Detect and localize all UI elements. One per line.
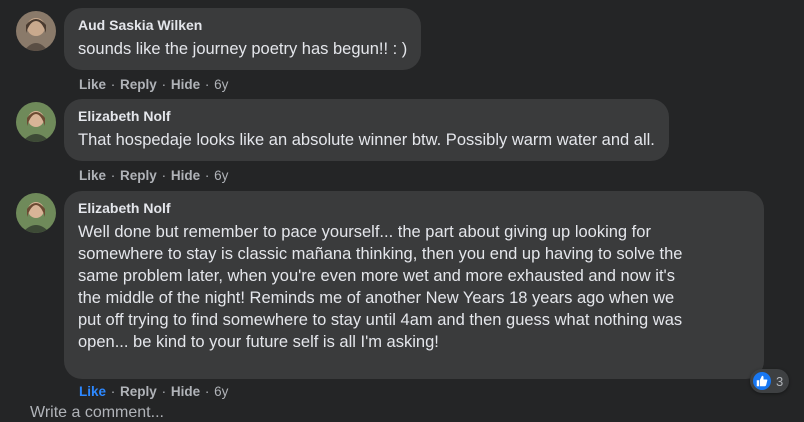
thumbs-up-icon (753, 372, 771, 390)
separator: · (110, 168, 116, 183)
reaction-summary[interactable]: 3 (750, 369, 790, 393)
comment-timestamp[interactable]: 6y (214, 77, 228, 92)
separator: · (110, 77, 116, 92)
comment-composer-input[interactable]: Write a comment... (30, 404, 164, 422)
comment-author[interactable]: Elizabeth Nolf (78, 107, 655, 125)
comment-bubble: Elizabeth Nolf That hospedaje looks like… (64, 99, 669, 161)
comment-text: That hospedaje looks like an absolute wi… (78, 131, 655, 149)
comment-actions: Like · Reply · Hide · 6y (79, 167, 228, 185)
comment-actions: Like · Reply · Hide · 6y (79, 76, 228, 94)
reply-button[interactable]: Reply (120, 168, 157, 183)
comment-text: Well done but remember to pace yourself.… (78, 223, 683, 351)
reply-button[interactable]: Reply (120, 77, 157, 92)
hide-button[interactable]: Hide (171, 77, 200, 92)
separator: · (161, 168, 167, 183)
separator: · (161, 384, 167, 399)
reply-button[interactable]: Reply (120, 384, 157, 399)
separator: · (204, 77, 210, 92)
like-button[interactable]: Like (79, 168, 106, 183)
comment-timestamp[interactable]: 6y (214, 168, 228, 183)
hide-button[interactable]: Hide (171, 384, 200, 399)
comment-bubble: Aud Saskia Wilken sounds like the journe… (64, 8, 422, 70)
avatar[interactable] (16, 193, 56, 233)
comment-author[interactable]: Elizabeth Nolf (78, 199, 750, 217)
like-button[interactable]: Like (79, 384, 106, 399)
comment-timestamp[interactable]: 6y (214, 384, 228, 399)
like-button[interactable]: Like (79, 77, 106, 92)
reaction-count: 3 (776, 373, 784, 389)
hide-button[interactable]: Hide (171, 168, 200, 183)
comment-bubble: Elizabeth Nolf Well done but remember to… (64, 191, 764, 379)
separator: · (161, 77, 167, 92)
separator: · (110, 384, 116, 399)
comment-author[interactable]: Aud Saskia Wilken (78, 16, 407, 34)
avatar[interactable] (16, 11, 56, 51)
comment-text: sounds like the journey poetry has begun… (78, 40, 408, 58)
separator: · (204, 384, 210, 399)
avatar[interactable] (16, 102, 56, 142)
separator: · (204, 168, 210, 183)
comment-actions: Like · Reply · Hide · 6y (79, 383, 228, 401)
